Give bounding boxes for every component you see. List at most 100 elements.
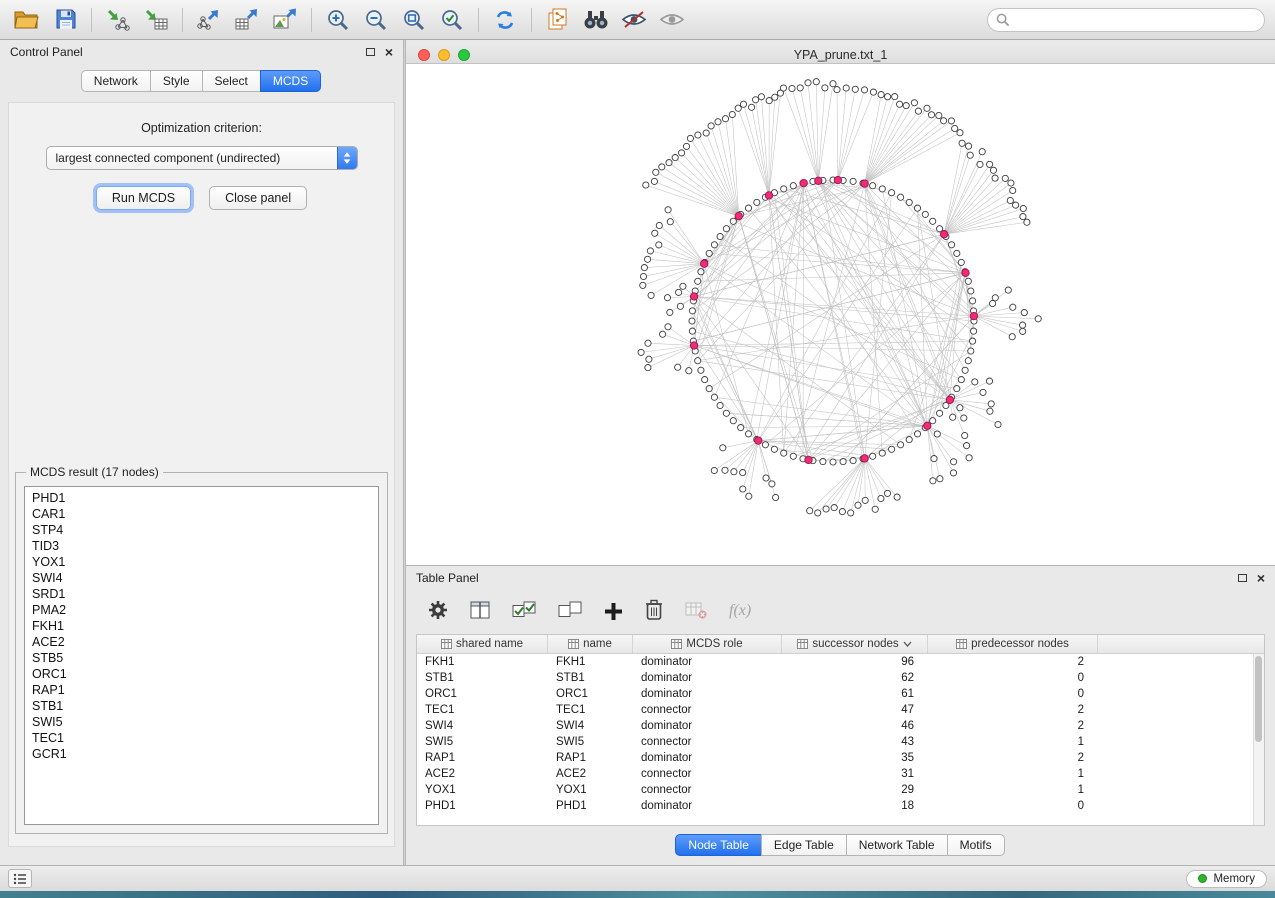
network-node[interactable] [980,389,986,395]
network-node[interactable] [689,318,695,324]
mcds-result-item[interactable]: TID3 [25,538,378,554]
network-node[interactable] [954,250,960,256]
tab-edge-table[interactable]: Edge Table [761,834,847,856]
cell-name[interactable]: YOX1 [548,782,633,798]
network-node[interactable] [870,453,876,459]
network-node[interactable] [715,119,721,125]
network-node[interactable] [711,467,717,473]
table-row[interactable]: PHD1 PHD1 dominator 18 0 [417,798,1264,814]
mcds-hub-node[interactable] [861,455,868,462]
network-node[interactable] [990,300,996,306]
network-node[interactable] [928,112,934,118]
import-network-button[interactable] [101,4,135,36]
network-node[interactable] [839,509,845,515]
table-row[interactable]: ORC1 ORC1 dominator 61 0 [417,686,1264,702]
zoom-fit-button[interactable] [397,4,431,36]
network-node[interactable] [698,269,704,275]
mcds-result-item[interactable]: SWI5 [25,714,378,730]
cell-shared-name[interactable]: PHD1 [417,798,548,814]
column-header-predecessor-nodes[interactable]: predecessor nodes [928,635,1098,653]
network-node[interactable] [769,481,775,487]
network-node[interactable] [1007,197,1013,203]
network-node[interactable] [648,292,654,298]
cell-predecessor-nodes[interactable]: 1 [928,734,1098,750]
network-node[interactable] [667,219,673,225]
tab-select[interactable]: Select [202,70,261,92]
network-node[interactable] [746,493,752,499]
mcds-hub-node[interactable] [834,176,841,183]
float-panel-icon[interactable] [366,48,375,56]
network-node[interactable] [840,459,846,465]
network-node[interactable] [735,105,741,111]
network-node[interactable] [638,349,644,355]
network-node[interactable] [687,135,693,141]
network-node[interactable] [831,505,837,511]
network-node[interactable] [645,340,651,346]
tab-node-table[interactable]: Node Table [675,834,762,856]
mcds-result-item[interactable]: PMA2 [25,602,378,618]
network-node[interactable] [689,328,695,334]
run-mcds-button[interactable]: Run MCDS [96,186,191,210]
select-all-columns-button[interactable] [512,601,536,621]
cell-predecessor-nodes[interactable]: 0 [928,798,1098,814]
cell-name[interactable]: ACE2 [548,766,633,782]
network-node[interactable] [689,308,695,314]
network-node[interactable] [740,470,746,476]
network-node[interactable] [889,190,895,196]
network-node[interactable] [990,167,996,173]
network-node[interactable] [992,175,998,181]
unselect-all-columns-button[interactable] [558,601,582,621]
mcds-result-item[interactable]: ORC1 [25,666,378,682]
network-node[interactable] [695,132,701,138]
network-node[interactable] [967,152,973,158]
network-node[interactable] [970,338,976,344]
network-node[interactable] [749,104,755,110]
network-node[interactable] [640,282,646,288]
tab-style[interactable]: Style [150,70,203,92]
cell-shared-name[interactable]: SWI5 [417,734,548,750]
network-node[interactable] [949,242,955,248]
save-session-button[interactable] [48,4,82,36]
mcds-hub-node[interactable] [861,180,868,187]
cell-shared-name[interactable]: RAP1 [417,750,548,766]
table-row[interactable]: FKH1 FKH1 dominator 96 2 [417,654,1264,670]
cell-mcds-role[interactable]: dominator [633,718,782,734]
network-node[interactable] [666,160,672,166]
network-node[interactable] [738,425,744,431]
network-node[interactable] [729,111,735,117]
network-node[interactable] [992,295,998,301]
network-node[interactable] [878,495,884,501]
network-node[interactable] [898,194,904,200]
network-node[interactable] [675,364,681,370]
network-node[interactable] [703,130,709,136]
mcds-hub-node[interactable] [735,213,742,220]
network-node[interactable] [762,442,768,448]
network-node[interactable] [781,186,787,192]
cell-shared-name[interactable]: YOX1 [417,782,548,798]
network-node[interactable] [850,178,856,184]
network-node[interactable] [683,143,689,149]
table-row[interactable]: ACE2 ACE2 connector 31 1 [417,766,1264,782]
network-node[interactable] [1013,202,1019,208]
cell-mcds-role[interactable]: connector [633,782,782,798]
cell-mcds-role[interactable]: connector [633,702,782,718]
table-scrollbar-thumb[interactable] [1255,656,1262,742]
mcds-hub-node[interactable] [690,293,697,300]
network-node[interactable] [730,418,736,424]
network-node[interactable] [879,450,885,456]
network-node[interactable] [740,101,746,107]
network-node[interactable] [834,87,840,93]
network-node[interactable] [962,367,968,373]
table-row[interactable]: RAP1 RAP1 dominator 35 2 [417,750,1264,766]
network-node[interactable] [914,205,920,211]
cell-name[interactable]: ORC1 [548,686,633,702]
network-node[interactable] [1035,316,1041,322]
network-node[interactable] [686,368,692,374]
export-network-button[interactable] [192,4,226,36]
network-node[interactable] [722,467,728,473]
network-node[interactable] [652,230,658,236]
zoom-in-button[interactable] [321,4,355,36]
cell-successor-nodes[interactable]: 96 [782,654,928,670]
network-node[interactable] [723,410,729,416]
cell-successor-nodes[interactable]: 31 [782,766,928,782]
